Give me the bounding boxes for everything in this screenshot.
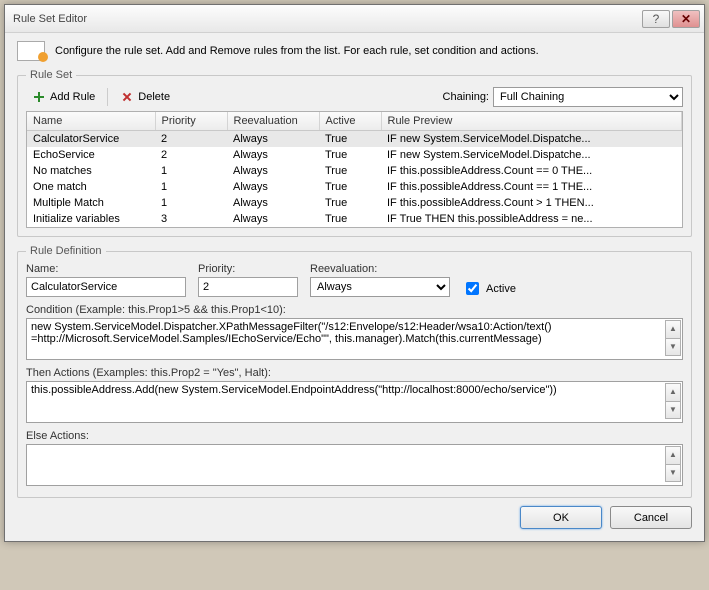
cell-name: Initialize variables (27, 211, 155, 227)
cell-priority: 1 (155, 179, 227, 195)
cell-priority: 2 (155, 131, 227, 148)
cell-name: No matches (27, 163, 155, 179)
table-row[interactable]: No matches1AlwaysTrueIF this.possibleAdd… (27, 163, 682, 179)
plus-icon (32, 90, 46, 104)
name-input[interactable] (26, 277, 186, 297)
ok-button[interactable]: OK (520, 506, 602, 529)
col-name[interactable]: Name (27, 112, 155, 131)
table-row[interactable]: CalculatorService2AlwaysTrueIF new Syste… (27, 131, 682, 148)
window-title: Rule Set Editor (13, 13, 640, 25)
titlebar: Rule Set Editor ? ✕ (5, 5, 704, 33)
toolbar-separator (107, 88, 108, 106)
active-label: Active (486, 283, 516, 295)
cell-preview: IF this.possibleAddress.Count == 0 THE..… (381, 163, 682, 179)
col-priority[interactable]: Priority (155, 112, 227, 131)
cell-preview: IF True THEN this.possibleAddress = ne..… (381, 211, 682, 227)
cell-reeval: Always (227, 195, 319, 211)
rule-set-editor-window: Rule Set Editor ? ✕ Configure the rule s… (4, 4, 705, 542)
cell-active: True (319, 211, 381, 227)
then-textarea[interactable] (26, 381, 683, 423)
cell-reeval: Always (227, 131, 319, 148)
close-button[interactable]: ✕ (672, 10, 700, 28)
cancel-button[interactable]: Cancel (610, 506, 692, 529)
ruleset-icon (17, 41, 45, 61)
condition-spinner[interactable]: ▲▼ (665, 320, 681, 356)
chaining-select[interactable]: Full Chaining (493, 87, 683, 107)
cell-reeval: Always (227, 147, 319, 163)
definition-legend: Rule Definition (26, 245, 106, 257)
ruleset-legend: Rule Set (26, 69, 76, 81)
cell-preview: IF this.possibleAddress.Count == 1 THE..… (381, 179, 682, 195)
priority-label: Priority: (198, 263, 298, 275)
cell-reeval: Always (227, 163, 319, 179)
col-reeval[interactable]: Reevaluation (227, 112, 319, 131)
delete-rule-button[interactable]: Delete (114, 88, 176, 106)
reeval-select[interactable]: Always (310, 277, 450, 297)
rules-grid[interactable]: Name Priority Reevaluation Active Rule P… (26, 111, 683, 228)
cell-priority: 3 (155, 211, 227, 227)
condition-textarea[interactable] (26, 318, 683, 360)
cell-active: True (319, 147, 381, 163)
else-spinner[interactable]: ▲▼ (665, 446, 681, 482)
cell-active: True (319, 195, 381, 211)
cell-name: One match (27, 179, 155, 195)
cell-name: EchoService (27, 147, 155, 163)
intro-row: Configure the rule set. Add and Remove r… (17, 41, 692, 61)
x-icon (120, 90, 134, 104)
table-row[interactable]: Multiple Match1AlwaysTrueIF this.possibl… (27, 195, 682, 211)
help-button[interactable]: ? (642, 10, 670, 28)
ruleset-toolbar: Add Rule Delete Chaining: Full Chaining (26, 87, 683, 107)
else-label: Else Actions: (26, 430, 683, 442)
cell-name: CalculatorService (27, 131, 155, 148)
delete-rule-label: Delete (138, 91, 170, 103)
cell-active: True (319, 131, 381, 148)
priority-input[interactable] (198, 277, 298, 297)
then-label: Then Actions (Examples: this.Prop2 = "Ye… (26, 367, 683, 379)
cell-preview: IF new System.ServiceModel.Dispatche... (381, 131, 682, 148)
cell-active: True (319, 179, 381, 195)
add-rule-button[interactable]: Add Rule (26, 88, 101, 106)
table-row[interactable]: EchoService2AlwaysTrueIF new System.Serv… (27, 147, 682, 163)
condition-label: Condition (Example: this.Prop1>5 && this… (26, 304, 683, 316)
cell-active: True (319, 163, 381, 179)
then-spinner[interactable]: ▲▼ (665, 383, 681, 419)
cell-reeval: Always (227, 179, 319, 195)
active-checkbox[interactable] (466, 282, 479, 295)
cell-name: Multiple Match (27, 195, 155, 211)
definition-fieldset: Rule Definition Name: Priority: Reevalua… (17, 245, 692, 498)
reeval-label: Reevaluation: (310, 263, 450, 275)
cell-reeval: Always (227, 211, 319, 227)
name-label: Name: (26, 263, 186, 275)
col-preview[interactable]: Rule Preview (381, 112, 682, 131)
chaining-label: Chaining: (443, 91, 489, 103)
cell-preview: IF this.possibleAddress.Count > 1 THEN..… (381, 195, 682, 211)
cell-preview: IF new System.ServiceModel.Dispatche... (381, 147, 682, 163)
intro-text: Configure the rule set. Add and Remove r… (55, 45, 539, 57)
else-textarea[interactable] (26, 444, 683, 486)
col-active[interactable]: Active (319, 112, 381, 131)
add-rule-label: Add Rule (50, 91, 95, 103)
table-row[interactable]: One match1AlwaysTrueIF this.possibleAddr… (27, 179, 682, 195)
cell-priority: 1 (155, 163, 227, 179)
cell-priority: 1 (155, 195, 227, 211)
cell-priority: 2 (155, 147, 227, 163)
ruleset-fieldset: Rule Set Add Rule Delete Chaining: Full … (17, 69, 692, 237)
table-row[interactable]: Initialize variables3AlwaysTrueIF True T… (27, 211, 682, 227)
